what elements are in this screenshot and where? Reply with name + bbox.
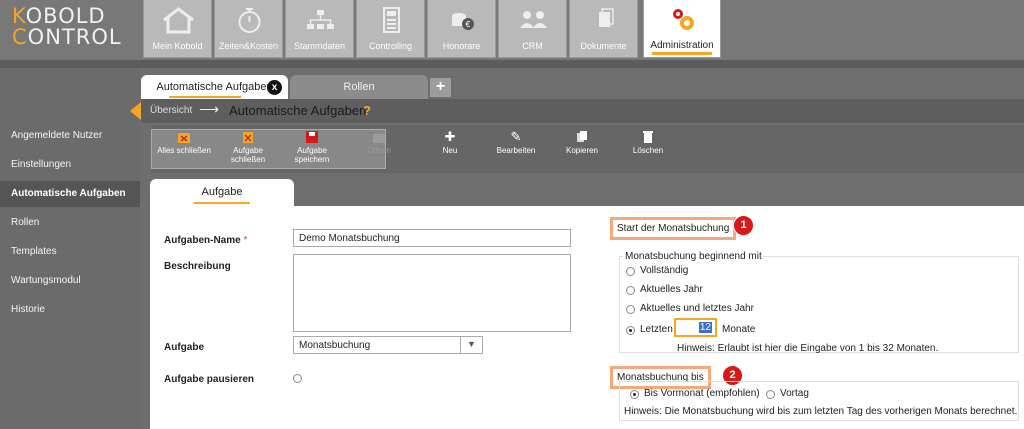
pause-task-toggle[interactable]: [293, 374, 302, 383]
nav-tab-label: Controlling: [368, 41, 413, 51]
save-task-button[interactable]: Aufgabe speichern: [279, 130, 345, 164]
coins-icon: €: [452, 13, 474, 30]
sidebar-item-angemeldete-nutzer[interactable]: Angemeldete Nutzer: [0, 123, 140, 149]
nav-tab-mein-kobold[interactable]: Mein Kobold: [143, 0, 212, 58]
trash-icon: [643, 131, 653, 143]
nav-tab-crm[interactable]: CRM: [498, 0, 567, 58]
nav-tab-label: Honorare: [442, 41, 481, 51]
close-task-icon: [243, 132, 253, 143]
radio-aktuelles-und-letztes-jahr[interactable]: [626, 305, 635, 314]
nav-tab-label: CRM: [522, 41, 543, 51]
edit-button[interactable]: ✎ Bearbeiten: [483, 129, 549, 156]
end-hint: Hinweis: Die Monatsbuchung wird bis zum …: [624, 406, 1018, 417]
help-icon[interactable]: ?: [363, 103, 371, 118]
documents-icon: [599, 8, 614, 27]
radio-aktuelles-jahr[interactable]: [626, 286, 635, 295]
active-tab-underline: [169, 96, 241, 98]
start-section-title: Start der Monatsbuchung: [610, 217, 737, 240]
sidebar-item-automatische-aufgaben[interactable]: Automatische Aufgaben: [0, 181, 140, 207]
task-type-select[interactable]: Monatsbuchung ▼: [293, 336, 483, 354]
stopwatch-icon: [238, 8, 261, 33]
close-task-button[interactable]: Aufgabe schließen: [215, 130, 281, 164]
active-tab-underline: [194, 202, 250, 204]
sidebar-item-rollen[interactable]: Rollen: [0, 210, 140, 236]
close-all-icon: [178, 133, 190, 143]
delete-button[interactable]: Löschen: [615, 130, 681, 155]
kobold-control-logo: KOBOLD CONTROL: [12, 4, 122, 49]
option-label: Vollständig: [640, 265, 689, 276]
nav-tab-zeiten-kosten[interactable]: Zeiten&Kosten: [214, 0, 283, 58]
pencil-icon: ✎: [510, 129, 522, 144]
active-tab-underline: [652, 52, 712, 55]
open-button[interactable]: Öffnen: [346, 130, 412, 155]
start-hint: Hinweis: Erlaubt ist hier die Eingabe vo…: [677, 343, 939, 354]
badge-1: 1: [733, 215, 754, 236]
nav-tab-dokumente[interactable]: Dokumente: [569, 0, 638, 58]
nav-tab-administration[interactable]: Administration: [643, 0, 721, 58]
nav-tab-honorare[interactable]: € Honorare: [427, 0, 496, 58]
gears-icon: [673, 9, 694, 30]
nav-tab-label: Dokumente: [580, 41, 627, 51]
sidebar-item-historie[interactable]: Historie: [0, 297, 140, 323]
radio-bis-vormonat[interactable]: [630, 390, 639, 399]
sidebar-item-wartungsmodul[interactable]: Wartungsmodul: [0, 268, 140, 294]
close-tab-icon[interactable]: x: [267, 80, 282, 95]
start-legend: Monatsbuchung beginnend mit: [623, 251, 764, 262]
radio-vollstaendig[interactable]: [626, 267, 635, 276]
nav-tab-stammdaten[interactable]: Stammdaten: [285, 0, 354, 58]
copy-button[interactable]: Kopieren: [549, 130, 615, 155]
page-title: Automatische Aufgaben: [229, 103, 367, 118]
task-name-input[interactable]: Demo Monatsbuchung: [293, 229, 571, 247]
top-bar: KOBOLD CONTROL Mein Kobold Zeiten&Kosten…: [0, 0, 1024, 60]
sidebar-item-templates[interactable]: Templates: [0, 239, 140, 265]
sidebar: Angemeldete Nutzer Einstellungen Automat…: [0, 68, 140, 429]
option-label: Aktuelles Jahr: [640, 284, 703, 295]
tab-rollen[interactable]: Rollen: [290, 75, 428, 99]
option-label: Vortag: [780, 388, 809, 399]
breadcrumb: Übersicht ⟶ Automatische Aufgaben ?: [130, 99, 1024, 123]
add-tab-button[interactable]: +: [430, 78, 451, 97]
svg-text:€: €: [465, 20, 470, 29]
close-all-button[interactable]: Alles schließen: [151, 130, 217, 155]
nav-tab-label: Stammdaten: [293, 41, 346, 51]
form-panel: Aufgaben-Name * Demo Monatsbuchung Besch…: [150, 206, 1024, 429]
pause-task-label: Aufgabe pausieren: [164, 374, 255, 385]
description-textarea[interactable]: [293, 254, 571, 332]
months-input[interactable]: 12: [674, 318, 717, 337]
header-strip: [0, 60, 1024, 68]
task-type-label: Aufgabe: [164, 342, 204, 353]
hierarchy-icon: [307, 10, 334, 29]
nav-tab-label: Zeiten&Kosten: [218, 41, 279, 51]
back-arrow-icon[interactable]: [130, 102, 141, 120]
toolbar: Alles schließen Aufgabe schließen Aufgab…: [151, 125, 1024, 173]
tab-automatische-aufgaben[interactable]: Automatische Aufgaben: [141, 75, 288, 99]
radio-letzten[interactable]: [626, 326, 635, 335]
breadcrumb-arrow-icon: ⟶: [199, 101, 220, 117]
tab-label: Automatische Aufgaben: [156, 81, 273, 93]
nav-tab-controlling[interactable]: Controlling: [356, 0, 425, 58]
months-unit-label: Monate: [722, 324, 756, 335]
task-name-label: Aufgaben-Name *: [164, 235, 248, 246]
sidebar-item-einstellungen[interactable]: Einstellungen: [0, 152, 140, 178]
copy-icon: [577, 131, 587, 142]
radio-vortag[interactable]: [766, 390, 775, 399]
tab-aufgabe[interactable]: Aufgabe: [150, 179, 294, 206]
new-button[interactable]: ✚ Neu: [417, 129, 483, 156]
plus-icon: ✚: [444, 129, 456, 144]
nav-tab-label: Mein Kobold: [152, 41, 203, 51]
chevron-down-icon: ▼: [460, 337, 482, 353]
save-icon: [306, 131, 318, 143]
breadcrumb-overview[interactable]: Übersicht: [150, 105, 192, 116]
option-label: Bis Vormonat (empfohlen): [644, 388, 760, 399]
calculator-icon: [383, 7, 400, 33]
option-label: Aktuelles und letztes Jahr: [640, 303, 754, 314]
description-label: Beschreibung: [164, 261, 231, 272]
home-icon: [163, 7, 194, 34]
contacts-icon: [520, 11, 547, 28]
option-label: Letzten: [640, 324, 673, 335]
nav-tab-label: Administration: [650, 40, 714, 51]
open-folder-icon: [373, 134, 385, 143]
